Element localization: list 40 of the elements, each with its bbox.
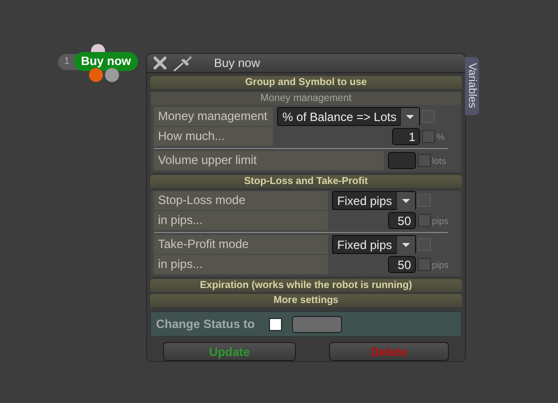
field-label: How much... [154,127,274,146]
checkbox[interactable] [418,154,431,167]
checkbox[interactable] [269,318,282,330]
unit-label: pips [432,216,449,226]
checkbox[interactable] [422,130,436,143]
pin-icon[interactable] [172,54,194,72]
section-header[interactable]: More settings [150,294,462,307]
section-header[interactable]: Stop-Loss and Take-Profit [150,175,462,188]
close-icon[interactable] [152,55,168,71]
section-header[interactable]: Group and Symbol to use [150,76,462,89]
checkbox[interactable] [418,258,431,271]
field-label: in pips... [154,255,328,274]
checkbox[interactable] [418,214,431,227]
variables-tab[interactable]: Variables [465,57,479,115]
caret-icon [396,236,415,254]
unit-label: % [436,132,444,142]
connector-dot[interactable] [105,68,119,82]
number-field[interactable]: 50 [388,256,416,273]
number-field[interactable] [388,152,416,169]
dropdown[interactable]: Fixed pips [332,235,416,254]
status-field[interactable] [292,316,342,332]
field-label: Volume upper limit [154,151,384,170]
field-label: Money management [154,107,274,126]
section-header[interactable]: Expiration (works while the robot is running) [150,279,462,292]
window-title: Buy now [214,56,260,70]
connector-dot[interactable] [89,68,103,82]
unit-label: lots [432,156,446,166]
caret-icon [400,108,420,126]
dropdown[interactable]: % of Balance => Lots [277,107,420,126]
update-button[interactable]: Update [163,342,296,361]
unit-label: pips [432,260,449,270]
field-label: Stop-Loss mode [154,191,328,210]
number-field[interactable]: 1 [392,128,420,145]
status-label: Change Status to [156,317,256,331]
field-label: in pips... [154,211,328,230]
dropdown[interactable]: Fixed pips [332,191,416,210]
number-field[interactable]: 50 [388,212,416,229]
node-label[interactable]: Buy now [74,52,138,71]
field-label: Take-Profit mode [154,235,328,254]
subsection-header: Money management [151,92,461,105]
